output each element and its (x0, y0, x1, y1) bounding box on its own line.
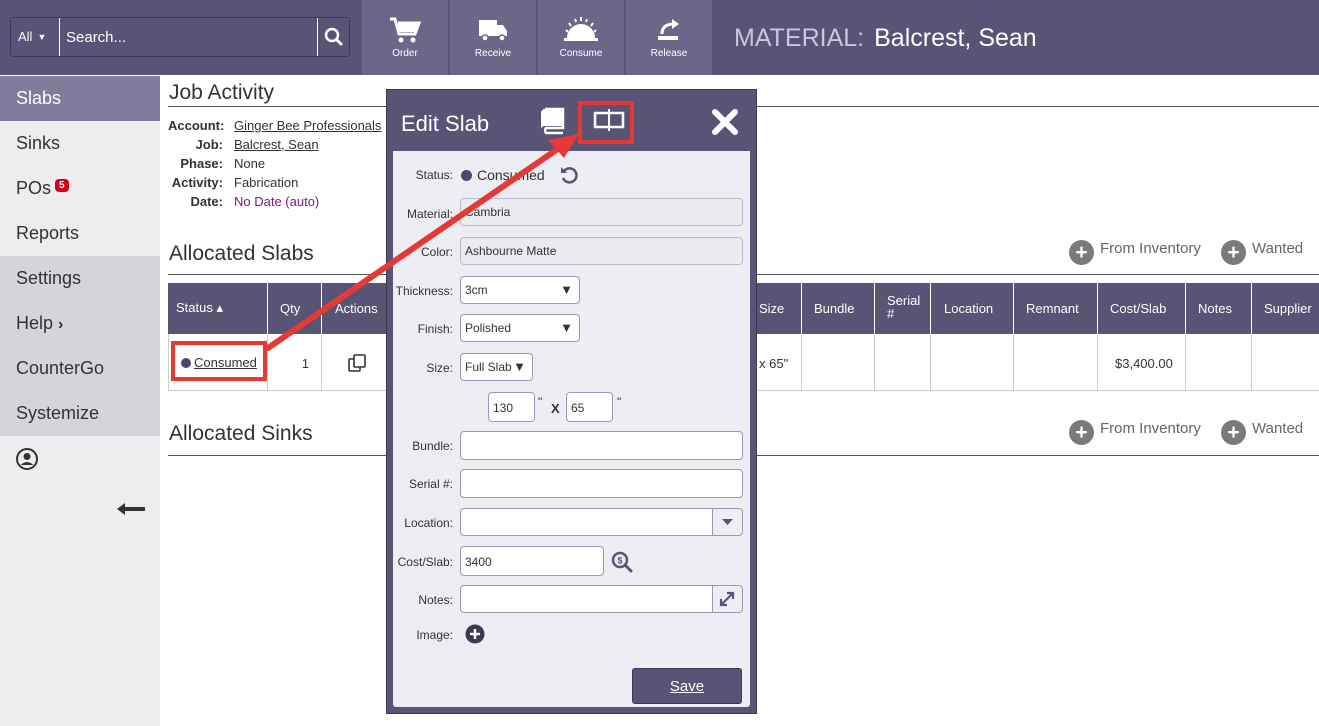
annotation-arrow (265, 134, 579, 351)
